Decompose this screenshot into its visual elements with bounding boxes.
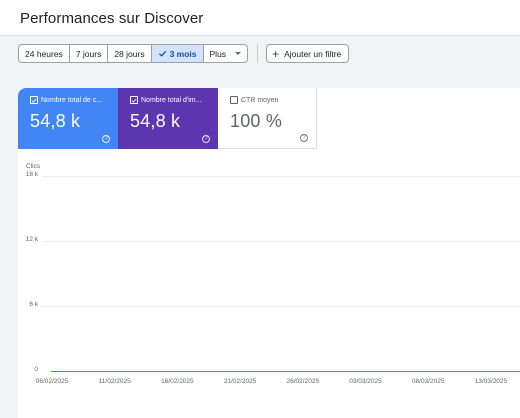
plus-icon: + (272, 46, 280, 61)
add-filter-button[interactable]: + Ajouter un filtre (266, 44, 350, 63)
metric-card-average-ctr[interactable]: CTR moyen 100 % ? (218, 88, 317, 149)
x-tick-label: 16/02/2025 (161, 378, 194, 385)
range-3m-button[interactable]: 3 mois (151, 45, 204, 62)
metric-card-total-clicks[interactable]: Nombre total de c... 54,8 k ? (18, 88, 118, 149)
x-tick-label: 26/02/2025 (286, 378, 320, 385)
metric-value: 100 % (230, 111, 283, 131)
checkbox-checked-icon[interactable] (130, 96, 138, 104)
metric-value: 54,8 k (30, 111, 81, 131)
y-tick-label: 6 k (29, 301, 38, 308)
y-tick-label: 18 k (25, 171, 38, 178)
metric-header: Nombre total d'im... (130, 96, 208, 104)
date-range-segmented-control: 24 heures 7 jours 28 jours 3 mois Plus (18, 44, 249, 63)
x-tick-label: 08/03/2025 (411, 378, 445, 385)
x-tick-label: 03/03/2025 (349, 378, 382, 385)
help-icon[interactable]: ? (202, 135, 210, 143)
add-filter-label: Ajouter un filtre (284, 48, 342, 59)
check-icon (158, 50, 166, 57)
range-7d-button[interactable]: 7 jours (70, 45, 109, 62)
page-title: Performances sur Discover (20, 10, 204, 27)
x-tick-label: 13/03/2025 (474, 378, 508, 385)
caret-down-icon (235, 52, 242, 55)
checkbox-checked-icon[interactable] (30, 96, 38, 104)
help-icon[interactable]: ? (102, 135, 110, 143)
x-tick-label: 11/02/2025 (98, 378, 131, 385)
range-label: 7 jours (75, 48, 102, 59)
y-axis-title: Clics (26, 163, 41, 170)
clicks-series-line (51, 371, 520, 372)
date-filter-bar: 24 heures 7 jours 28 jours 3 mois Plus +… (18, 44, 350, 63)
metric-header: Nombre total de c... (30, 96, 108, 104)
x-tick-label: 06/02/2025 (35, 378, 69, 385)
range-more-dropdown[interactable]: Plus (204, 45, 248, 62)
y-tick-label: 12 k (25, 236, 38, 243)
x-tick-label: 21/02/2025 (223, 378, 257, 385)
y-tick-label: 0 (34, 366, 38, 373)
range-label: Plus (209, 48, 227, 59)
range-label: 28 jours (114, 48, 145, 59)
range-24h-button[interactable]: 24 heures (19, 45, 70, 62)
metric-label: Nombre total de c... (41, 96, 103, 104)
range-28d-button[interactable]: 28 jours (108, 45, 152, 62)
help-icon[interactable]: ? (300, 134, 308, 142)
performance-card: Nombre total de c... 54,8 k ? Nombre tot… (18, 88, 520, 418)
metric-label: Nombre total d'im... (141, 96, 202, 104)
gridline (42, 176, 520, 177)
metric-header: CTR moyen (230, 96, 306, 104)
metric-value: 54,8 k (130, 111, 181, 131)
range-label: 24 heures (25, 48, 63, 59)
performance-chart: Clics 0 6 k 12 k 18 k 06/02/2025 11/02/2025 16… (18, 156, 520, 418)
metric-card-total-impressions[interactable]: Nombre total d'im... 54,8 k ? (118, 88, 218, 149)
gridline (42, 306, 520, 307)
metric-label: CTR moyen (241, 96, 279, 104)
range-label: 3 mois (169, 48, 197, 59)
filter-divider (257, 44, 259, 63)
gridline (42, 241, 520, 242)
checkbox-unchecked-icon[interactable] (230, 96, 238, 104)
